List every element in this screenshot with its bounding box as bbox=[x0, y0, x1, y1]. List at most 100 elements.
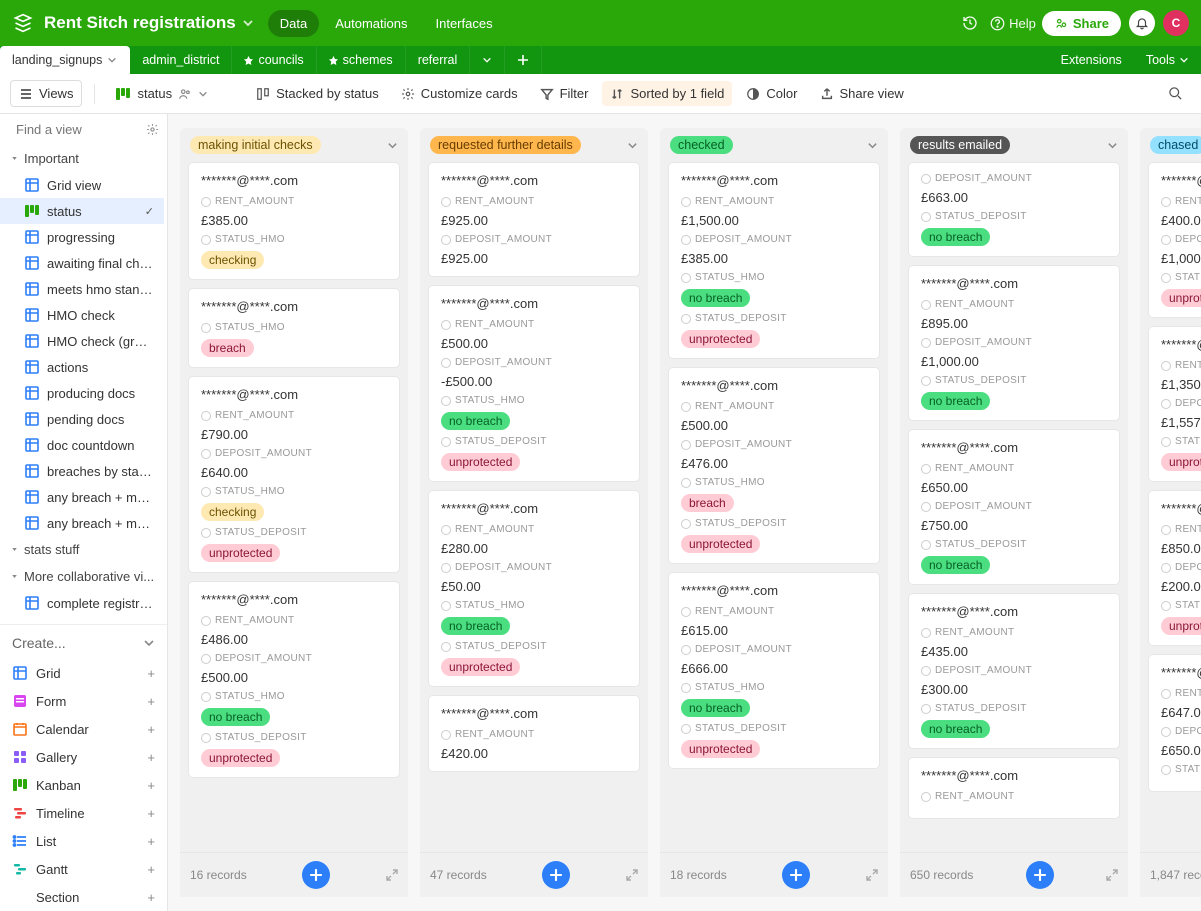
sidebar-section[interactable]: More collaborative vi... bbox=[0, 563, 167, 590]
create-view-item[interactable]: Grid+ bbox=[0, 659, 167, 687]
tools-button[interactable]: Tools bbox=[1134, 48, 1201, 72]
sidebar-section[interactable]: Important bbox=[0, 145, 167, 172]
kanban-card[interactable]: *******@****.comRENT_AMOUNT£500.00DEPOSI… bbox=[428, 285, 640, 482]
filter-button[interactable]: Filter bbox=[532, 81, 597, 106]
kanban-card[interactable]: *******@*RENT_AMOUNT£850.00DEPOSIT_AMOUN… bbox=[1148, 490, 1201, 646]
find-view-input[interactable] bbox=[16, 122, 192, 137]
kanban-card[interactable]: *******@****.comRENT_AMOUNT£615.00DEPOSI… bbox=[668, 572, 880, 769]
column-menu-icon[interactable] bbox=[627, 140, 638, 151]
add-card-button[interactable] bbox=[302, 861, 330, 889]
current-view-button[interactable]: status bbox=[107, 81, 216, 107]
avatar[interactable]: C bbox=[1163, 10, 1189, 36]
status-chip: no breach bbox=[921, 720, 990, 738]
sidebar-view-item[interactable]: pending docs bbox=[0, 406, 164, 432]
color-button[interactable]: Color bbox=[738, 81, 805, 106]
share-view-button[interactable]: Share view bbox=[812, 81, 912, 106]
kanban-card[interactable]: *******@*RENT_AMOUNT£1,350.00DEPOSIT_AMO… bbox=[1148, 326, 1201, 482]
expand-icon[interactable] bbox=[626, 869, 638, 881]
base-title[interactable]: Rent Sitch registrations bbox=[44, 13, 236, 33]
create-section-toggle[interactable]: Create... bbox=[0, 624, 167, 659]
column-menu-icon[interactable] bbox=[867, 140, 878, 151]
column-title-pill[interactable]: results emailed bbox=[910, 136, 1010, 154]
gear-icon[interactable] bbox=[146, 123, 159, 136]
sidebar-view-item[interactable]: Grid view bbox=[0, 172, 164, 198]
add-card-button[interactable] bbox=[542, 861, 570, 889]
tab-automations[interactable]: Automations bbox=[323, 10, 419, 37]
table-tab-schemes[interactable]: schemes bbox=[317, 46, 406, 74]
column-title-pill[interactable]: requested further details bbox=[430, 136, 581, 154]
column-title-pill[interactable]: making initial checks bbox=[190, 136, 321, 154]
create-view-item[interactable]: Calendar+ bbox=[0, 715, 167, 743]
sidebar-view-item[interactable]: progressing bbox=[0, 224, 164, 250]
search-icon[interactable] bbox=[1160, 81, 1191, 106]
sidebar-view-item[interactable]: complete registra... bbox=[0, 590, 164, 616]
create-view-item[interactable]: Form+ bbox=[0, 687, 167, 715]
sidebar-view-item[interactable]: any breach + mo... bbox=[0, 510, 164, 536]
sidebar-view-item[interactable]: any breach + mo... bbox=[0, 484, 164, 510]
kanban-card[interactable]: *******@****.comRENT_AMOUNT£420.00 bbox=[428, 695, 640, 772]
extensions-button[interactable]: Extensions bbox=[1049, 48, 1134, 72]
column-menu-icon[interactable] bbox=[387, 140, 398, 151]
sidebar-view-item[interactable]: awaiting final che... bbox=[0, 250, 164, 276]
sidebar-view-item[interactable]: HMO check bbox=[0, 302, 164, 328]
column-title-pill[interactable]: chased bbox=[1150, 136, 1201, 154]
table-tab-landing-signups[interactable]: landing_signups bbox=[0, 46, 130, 74]
tab-interfaces[interactable]: Interfaces bbox=[424, 10, 505, 37]
add-card-button[interactable] bbox=[782, 861, 810, 889]
kanban-card[interactable]: *******@****.comRENT_AMOUNT£500.00DEPOSI… bbox=[668, 367, 880, 564]
help-button[interactable]: Help bbox=[990, 16, 1036, 31]
card-title: *******@****.com bbox=[681, 173, 867, 188]
add-table-button[interactable] bbox=[505, 46, 542, 74]
kanban-card[interactable]: DEPOSIT_AMOUNT£663.00STATUS_DEPOSITno br… bbox=[908, 162, 1120, 257]
kanban-card[interactable]: *******@****.comRENT_AMOUNT£1,500.00DEPO… bbox=[668, 162, 880, 359]
stacked-by-button[interactable]: Stacked by status bbox=[248, 81, 387, 106]
kanban-card[interactable]: *******@****.comRENT_AMOUNT£280.00DEPOSI… bbox=[428, 490, 640, 687]
sidebar-section[interactable]: stats stuff bbox=[0, 536, 167, 563]
sidebar-view-item[interactable]: status✓ bbox=[0, 198, 164, 224]
create-view-item[interactable]: Gallery+ bbox=[0, 743, 167, 771]
status-chip: no breach bbox=[921, 228, 990, 246]
create-view-item[interactable]: Kanban+ bbox=[0, 771, 167, 799]
table-tab-more[interactable] bbox=[470, 46, 505, 74]
sidebar-view-item[interactable]: breaches by status bbox=[0, 458, 164, 484]
create-view-item[interactable]: Timeline+ bbox=[0, 799, 167, 827]
sidebar-view-item[interactable]: doc countdown bbox=[0, 432, 164, 458]
table-tab-admin-district[interactable]: admin_district bbox=[130, 46, 232, 74]
tab-data[interactable]: Data bbox=[268, 10, 319, 37]
add-card-button[interactable] bbox=[1026, 861, 1054, 889]
create-view-item[interactable]: Section+ bbox=[0, 883, 167, 911]
history-icon[interactable] bbox=[962, 15, 978, 31]
kanban-card[interactable]: *******@****.comRENT_AMOUNT£790.00DEPOSI… bbox=[188, 376, 400, 573]
field-label: STATUS_DEPOSIT bbox=[441, 436, 627, 447]
kanban-card[interactable]: *******@****.comSTATUS_HMObreach bbox=[188, 288, 400, 368]
sort-button[interactable]: Sorted by 1 field bbox=[602, 81, 732, 106]
notifications-icon[interactable] bbox=[1129, 10, 1155, 36]
kanban-card[interactable]: *******@****.comRENT_AMOUNT£385.00STATUS… bbox=[188, 162, 400, 280]
share-button[interactable]: Share bbox=[1042, 11, 1121, 36]
column-title-pill[interactable]: checked bbox=[670, 136, 733, 154]
field-label: DEPOSIT_AMOUNT bbox=[921, 337, 1107, 348]
kanban-card[interactable]: *******@****.comRENT_AMOUNT£925.00DEPOSI… bbox=[428, 162, 640, 277]
sidebar-view-item[interactable]: HMO check (grou... bbox=[0, 328, 164, 354]
table-tab-councils[interactable]: councils bbox=[232, 46, 316, 74]
column-menu-icon[interactable] bbox=[1107, 140, 1118, 151]
expand-icon[interactable] bbox=[1106, 869, 1118, 881]
sidebar-view-item[interactable]: meets hmo stand... bbox=[0, 276, 164, 302]
views-toggle[interactable]: Views bbox=[10, 80, 82, 107]
expand-icon[interactable] bbox=[866, 869, 878, 881]
create-view-item[interactable]: Gantt+ bbox=[0, 855, 167, 883]
kanban-card[interactable]: *******@****.comRENT_AMOUNT£435.00DEPOSI… bbox=[908, 593, 1120, 749]
kanban-card[interactable]: *******@****.comRENT_AMOUNT£486.00DEPOSI… bbox=[188, 581, 400, 778]
kanban-card[interactable]: *******@****.comRENT_AMOUNT£895.00DEPOSI… bbox=[908, 265, 1120, 421]
create-view-item[interactable]: List+ bbox=[0, 827, 167, 855]
kanban-card[interactable]: *******@****.comRENT_AMOUNT bbox=[908, 757, 1120, 819]
chevron-down-icon[interactable] bbox=[242, 17, 254, 29]
kanban-card[interactable]: *******@****.comRENT_AMOUNT£650.00DEPOSI… bbox=[908, 429, 1120, 585]
table-tab-referral[interactable]: referral bbox=[406, 46, 471, 74]
kanban-card[interactable]: *******@*RENT_AMOUNT£400.00DEPOSIT_AMOUN… bbox=[1148, 162, 1201, 318]
kanban-card[interactable]: *******@*RENT_AMOUNT£647.00DEPOSIT_AMOUN… bbox=[1148, 654, 1201, 792]
sidebar-view-item[interactable]: actions bbox=[0, 354, 164, 380]
customize-cards-button[interactable]: Customize cards bbox=[393, 81, 526, 106]
expand-icon[interactable] bbox=[386, 869, 398, 881]
sidebar-view-item[interactable]: producing docs bbox=[0, 380, 164, 406]
